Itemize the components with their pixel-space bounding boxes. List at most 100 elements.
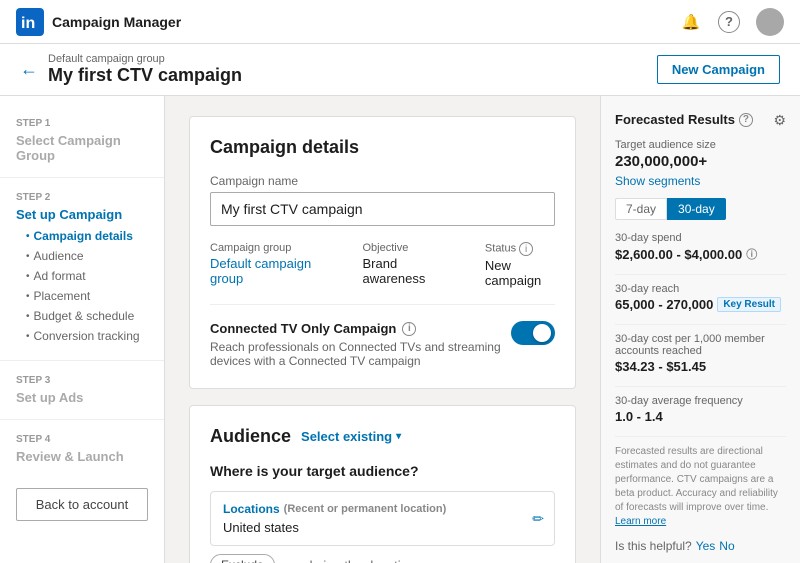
chevron-down-icon: ▾ xyxy=(396,431,401,442)
reach-label: 30-day reach xyxy=(615,283,786,295)
helpful-row: Is this helpful? Yes No xyxy=(615,539,786,553)
audience-card: Audience Select existing ▾ Where is your… xyxy=(189,405,576,563)
step2-items: Campaign details Audience Ad format Plac… xyxy=(16,226,148,346)
cpm-stat: 30-day cost per 1,000 member accounts re… xyxy=(615,333,786,374)
tab-row: 7-day 30-day xyxy=(615,198,786,220)
status-info-icon[interactable]: i xyxy=(519,242,533,256)
ctv-row: Connected TV Only Campaign i Reach profe… xyxy=(210,321,555,368)
content-area: Campaign details Campaign name Campaign … xyxy=(165,96,600,563)
linkedin-logo: in xyxy=(16,8,44,36)
campaign-title: My first CTV campaign xyxy=(48,65,242,86)
status-meta-label: Status i xyxy=(485,242,555,256)
campaign-details-title: Campaign details xyxy=(210,137,555,158)
audience-header: Audience Select existing ▾ xyxy=(210,426,555,447)
objective-meta-label: Objective xyxy=(362,242,444,254)
campaign-name-label: Campaign name xyxy=(210,174,555,188)
objective-meta: Objective Brand awareness xyxy=(362,242,444,288)
sidebar-item-placement[interactable]: Placement xyxy=(26,286,148,306)
svg-text:in: in xyxy=(21,15,35,32)
back-button[interactable]: ← xyxy=(20,59,38,80)
campaign-group-meta-value[interactable]: Default campaign group xyxy=(210,256,322,286)
freq-stat: 30-day average frequency 1.0 - 1.4 xyxy=(615,395,786,424)
spend-value: $2,600.00 - $4,000.00 ⓘ xyxy=(615,246,786,262)
step1-title: Select Campaign Group xyxy=(16,133,148,163)
step3-section: Step 3 Set up Ads xyxy=(0,369,164,411)
spend-stat: 30-day spend $2,600.00 - $4,000.00 ⓘ xyxy=(615,232,786,262)
location-box: Locations (Recent or permanent location)… xyxy=(210,491,555,546)
status-meta: Status i New campaign xyxy=(485,242,555,288)
ctv-info-icon[interactable]: i xyxy=(402,322,416,336)
sidebar: Step 1 Select Campaign Group Step 2 Set … xyxy=(0,96,165,563)
ctv-desc: Reach professionals on Connected TVs and… xyxy=(210,340,511,368)
back-to-account-button[interactable]: Back to account xyxy=(16,488,148,521)
location-sublabel: (Recent or permanent location) xyxy=(284,503,447,515)
location-value: United states xyxy=(223,520,542,535)
ctv-title: Connected TV Only Campaign i xyxy=(210,321,511,336)
sidebar-item-audience[interactable]: Audience xyxy=(26,246,148,266)
panel-header: Forecasted Results ? ⚙ xyxy=(615,112,786,129)
campaign-group-label: Default campaign group xyxy=(48,53,242,65)
panel-gear-icon[interactable]: ⚙ xyxy=(773,112,786,129)
tab-7day[interactable]: 7-day xyxy=(615,198,667,220)
reach-stat: 30-day reach 65,000 - 270,000 Key Result xyxy=(615,283,786,312)
learn-more-link[interactable]: Learn more xyxy=(615,516,666,527)
notification-icon[interactable]: 🔔 xyxy=(680,11,702,33)
exclude-text: people in other locations xyxy=(281,558,422,563)
reach-value: 65,000 - 270,000 Key Result xyxy=(615,297,786,312)
campaign-meta: Campaign group Default campaign group Ob… xyxy=(210,242,555,288)
panel-title: Forecasted Results ? xyxy=(615,112,753,127)
key-result-badge: Key Result xyxy=(717,297,781,312)
main-layout: Step 1 Select Campaign Group Step 2 Set … xyxy=(0,96,800,563)
campaign-details-card: Campaign details Campaign name Campaign … xyxy=(189,116,576,389)
step1-section: Step 1 Select Campaign Group xyxy=(0,112,164,169)
show-segments-link[interactable]: Show segments xyxy=(615,174,786,188)
audience-size-value: 230,000,000+ xyxy=(615,153,786,170)
step1-label: Step 1 xyxy=(16,118,148,129)
top-navigation: in Campaign Manager 🔔 ? xyxy=(0,0,800,44)
ctv-info: Connected TV Only Campaign i Reach profe… xyxy=(210,321,511,368)
sidebar-item-ad-format[interactable]: Ad format xyxy=(26,266,148,286)
step2-label: Step 2 xyxy=(16,192,148,203)
campaign-name-input[interactable] xyxy=(210,192,555,226)
step4-section: Step 4 Review & Launch xyxy=(0,428,164,470)
subheader-left: ← Default campaign group My first CTV ca… xyxy=(20,53,242,86)
step2-title: Set up Campaign xyxy=(16,207,148,222)
brand-name: Campaign Manager xyxy=(52,14,181,30)
status-meta-value: New campaign xyxy=(485,258,555,288)
audience-title: Audience xyxy=(210,426,291,447)
forecasted-results-panel: Forecasted Results ? ⚙ Target audience s… xyxy=(600,96,800,563)
edit-location-icon[interactable]: ✏ xyxy=(532,510,544,527)
campaign-group-meta: Campaign group Default campaign group xyxy=(210,242,322,288)
nav-left: in Campaign Manager xyxy=(16,8,181,36)
freq-label: 30-day average frequency xyxy=(615,395,786,407)
sidebar-item-campaign-details[interactable]: Campaign details xyxy=(26,226,148,246)
location-label: Locations (Recent or permanent location) xyxy=(223,502,542,516)
ctv-toggle[interactable] xyxy=(511,321,555,345)
tab-30day[interactable]: 30-day xyxy=(667,198,726,220)
helpful-yes-link[interactable]: Yes xyxy=(696,539,716,553)
nav-right: 🔔 ? xyxy=(680,8,784,36)
sidebar-item-conversion[interactable]: Conversion tracking xyxy=(26,326,148,346)
campaign-info: Default campaign group My first CTV camp… xyxy=(48,53,242,86)
target-audience-label: Where is your target audience? xyxy=(210,463,555,479)
helpful-no-link[interactable]: No xyxy=(719,539,734,553)
select-existing-button[interactable]: Select existing ▾ xyxy=(301,429,401,444)
sidebar-item-budget[interactable]: Budget & schedule xyxy=(26,306,148,326)
help-icon[interactable]: ? xyxy=(718,11,740,33)
campaign-group-meta-label: Campaign group xyxy=(210,242,322,254)
step4-title: Review & Launch xyxy=(16,449,148,464)
exclude-button[interactable]: Exclude xyxy=(210,554,275,563)
cpm-value: $34.23 - $51.45 xyxy=(615,359,786,374)
freq-value: 1.0 - 1.4 xyxy=(615,409,786,424)
step4-label: Step 4 xyxy=(16,434,148,445)
spend-info-icon[interactable]: ⓘ xyxy=(746,246,757,262)
disclaimer: Forecasted results are directional estim… xyxy=(615,445,786,529)
cpm-label: 30-day cost per 1,000 member accounts re… xyxy=(615,333,786,357)
exclude-row: Exclude people in other locations xyxy=(210,554,555,563)
panel-info-icon[interactable]: ? xyxy=(739,113,753,127)
step2-section: Step 2 Set up Campaign Campaign details … xyxy=(0,186,164,352)
audience-size-label: Target audience size xyxy=(615,139,786,151)
new-campaign-button[interactable]: New Campaign xyxy=(657,55,780,84)
user-avatar[interactable] xyxy=(756,8,784,36)
spend-label: 30-day spend xyxy=(615,232,786,244)
